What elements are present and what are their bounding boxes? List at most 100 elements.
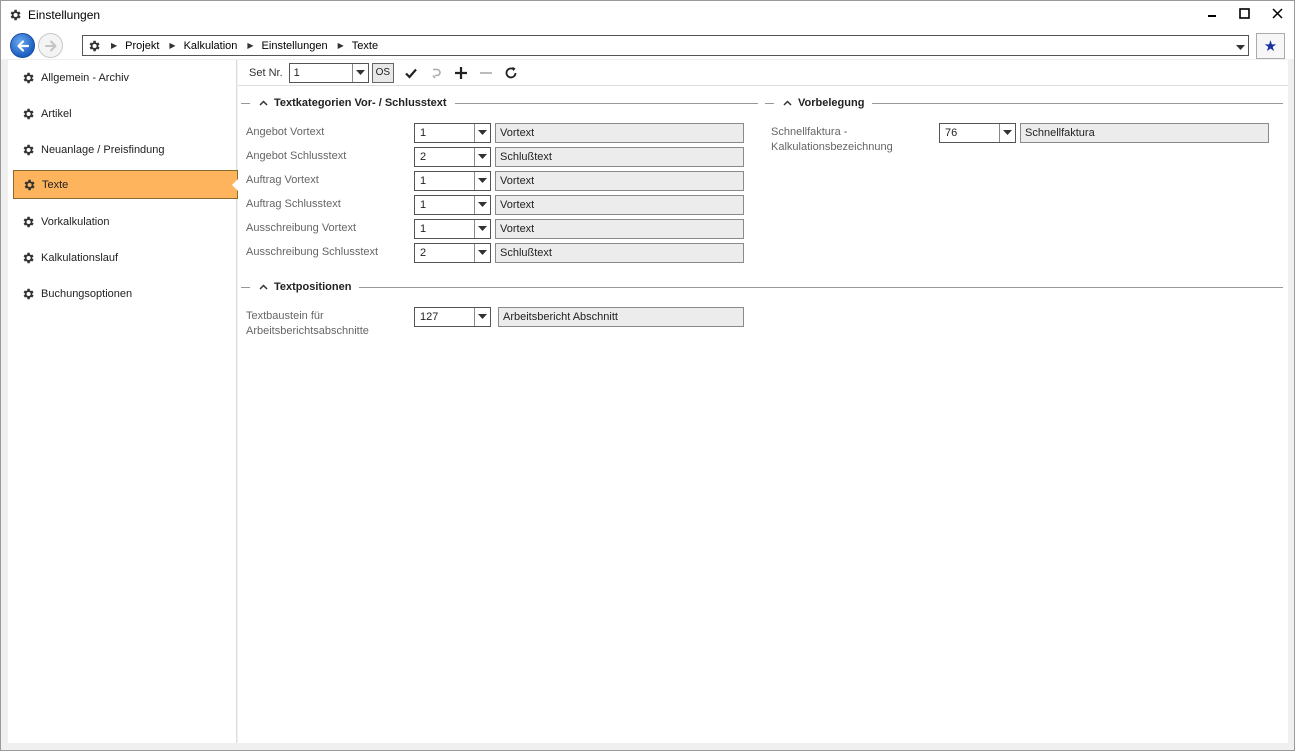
refresh-icon[interactable] — [503, 65, 519, 81]
chevron-down-icon[interactable] — [999, 124, 1015, 142]
breadcrumb[interactable]: ▶ Projekt ▶ Kalkulation ▶ Einstellungen … — [82, 35, 1249, 56]
divider — [241, 102, 250, 104]
field-label: Angebot Schlusstext — [246, 150, 347, 162]
sidebar-item-label: Allgemein - Archiv — [41, 71, 130, 84]
maximize-button[interactable] — [1228, 1, 1261, 25]
title-bar: Einstellungen — [1, 1, 1294, 29]
arrow-right-icon — [44, 40, 56, 51]
plus-icon[interactable] — [453, 65, 469, 81]
sidebar-item-buchungsoptionen[interactable]: Buchungsoptionen — [13, 279, 238, 308]
section-textkategorien-header[interactable]: Textkategorien Vor- / Schlusstext — [241, 96, 758, 110]
gear-icon — [21, 251, 35, 265]
sidebar-item-label: Texte — [42, 178, 69, 191]
schnellfaktura-description: Schnellfaktura — [1020, 123, 1269, 143]
os-button-label: OS — [375, 67, 391, 78]
schnellfaktura-select[interactable]: 76 — [939, 123, 1016, 143]
select-value: 1 — [420, 127, 427, 139]
set-number-value: 1 — [293, 66, 300, 79]
field-label-line1: Textbaustein für — [246, 310, 324, 322]
checkmark-icon[interactable] — [403, 65, 419, 81]
field-label: Ausschreibung Vortext — [246, 222, 357, 234]
chevron-down-icon[interactable] — [474, 220, 490, 238]
close-button[interactable] — [1261, 1, 1294, 25]
breadcrumb-item-projekt[interactable]: Projekt — [125, 40, 159, 52]
back-button[interactable] — [10, 33, 35, 58]
angebot-vortext-description: Vortext — [495, 123, 744, 143]
auftrag-schlusstext-select[interactable]: 1 — [414, 195, 491, 215]
chevron-down-icon[interactable] — [1236, 42, 1245, 54]
toolbar: Set Nr. 1 OS — [238, 60, 1288, 86]
os-button[interactable]: OS — [371, 62, 395, 83]
chevron-up-icon[interactable] — [259, 98, 268, 108]
chevron-down-icon[interactable] — [351, 63, 368, 82]
forward-button[interactable] — [38, 33, 63, 58]
section-title: Textpositionen — [274, 281, 352, 293]
select-value: 1 — [420, 199, 427, 211]
sidebar-item-artikel[interactable]: Artikel — [13, 99, 238, 128]
textbaustein-select[interactable]: 127 — [414, 307, 491, 327]
angebot-schlusstext-select[interactable]: 2 — [414, 147, 491, 167]
select-value: 2 — [420, 247, 427, 259]
navigation-bar: ▶ Projekt ▶ Kalkulation ▶ Einstellungen … — [1, 29, 1294, 59]
auftrag-schlusstext-description: Vortext — [495, 195, 744, 215]
section-textpositionen-header[interactable]: Textpositionen — [241, 280, 1283, 294]
field-label-line1: Schnellfaktura - — [771, 126, 848, 138]
settings-content: Set Nr. 1 OS Textkategorien Vor- / Schlu… — [238, 60, 1288, 743]
sidebar-item-label: Vorkalkulation — [41, 215, 110, 228]
gear-icon — [21, 143, 35, 157]
chevron-down-icon[interactable] — [474, 196, 490, 214]
favorite-button[interactable]: ★ — [1256, 33, 1285, 59]
section-title: Textkategorien Vor- / Schlusstext — [274, 97, 447, 109]
chevron-up-icon[interactable] — [783, 98, 792, 108]
breadcrumb-item-einstellungen[interactable]: Einstellungen — [262, 40, 328, 52]
section-vorbelegung-header[interactable]: Vorbelegung — [765, 96, 1283, 110]
section-title: Vorbelegung — [798, 97, 865, 109]
settings-sidebar: Allgemein - Archiv Artikel Neuanlage / P… — [8, 60, 238, 743]
undo-icon[interactable] — [428, 65, 444, 81]
sidebar-item-allgemein-archiv[interactable]: Allgemein - Archiv — [13, 63, 238, 92]
gear-icon — [22, 178, 36, 192]
breadcrumb-item-texte[interactable]: Texte — [352, 40, 378, 52]
select-value: 76 — [945, 127, 958, 139]
settings-window: Einstellungen ▶ Projekt ▶ Kalkulation ▶ … — [0, 0, 1295, 751]
breadcrumb-item-kalkulation[interactable]: Kalkulation — [184, 40, 238, 52]
angebot-vortext-select[interactable]: 1 — [414, 123, 491, 143]
chevron-right-icon: ▶ — [111, 41, 118, 50]
sidebar-item-label: Artikel — [41, 107, 72, 120]
set-number-select[interactable]: 1 — [288, 62, 369, 83]
chevron-down-icon[interactable] — [474, 148, 490, 166]
chevron-down-icon[interactable] — [474, 308, 490, 326]
gear-icon — [87, 39, 101, 53]
sidebar-item-vorkalkulation[interactable]: Vorkalkulation — [13, 207, 238, 236]
chevron-down-icon[interactable] — [474, 124, 490, 142]
chevron-down-icon[interactable] — [474, 172, 490, 190]
star-icon: ★ — [1263, 38, 1278, 55]
divider — [454, 102, 758, 104]
select-value: 2 — [420, 151, 427, 163]
minus-icon[interactable] — [478, 65, 494, 81]
ausschreibung-vortext-select[interactable]: 1 — [414, 219, 491, 239]
auftrag-vortext-select[interactable]: 1 — [414, 171, 491, 191]
chevron-down-icon[interactable] — [474, 244, 490, 262]
sidebar-item-texte[interactable]: Texte — [13, 170, 238, 199]
gear-icon — [21, 287, 35, 301]
chevron-right-icon: ▶ — [169, 41, 176, 50]
chevron-right-icon: ▶ — [247, 41, 254, 50]
chevron-up-icon[interactable] — [259, 282, 268, 292]
field-label: Auftrag Vortext — [246, 174, 319, 186]
divider — [359, 286, 1283, 288]
ausschreibung-schlusstext-select[interactable]: 2 — [414, 243, 491, 263]
gear-icon — [21, 107, 35, 121]
sidebar-item-kalkulationslauf[interactable]: Kalkulationslauf — [13, 243, 238, 272]
field-label: Ausschreibung Schlusstext — [246, 246, 379, 258]
select-value: 1 — [420, 223, 427, 235]
gear-icon — [21, 71, 35, 85]
sidebar-item-neuanlage-preisfindung[interactable]: Neuanlage / Preisfindung — [13, 135, 238, 164]
field-label: Auftrag Schlusstext — [246, 198, 341, 210]
chevron-right-icon: ▶ — [337, 41, 344, 50]
minimize-button[interactable] — [1195, 1, 1228, 25]
gear-icon — [21, 215, 35, 229]
textbaustein-description: Arbeitsbericht Abschnitt — [498, 307, 744, 327]
sidebar-item-label: Kalkulationslauf — [41, 251, 119, 264]
ausschreibung-vortext-description: Vortext — [495, 219, 744, 239]
